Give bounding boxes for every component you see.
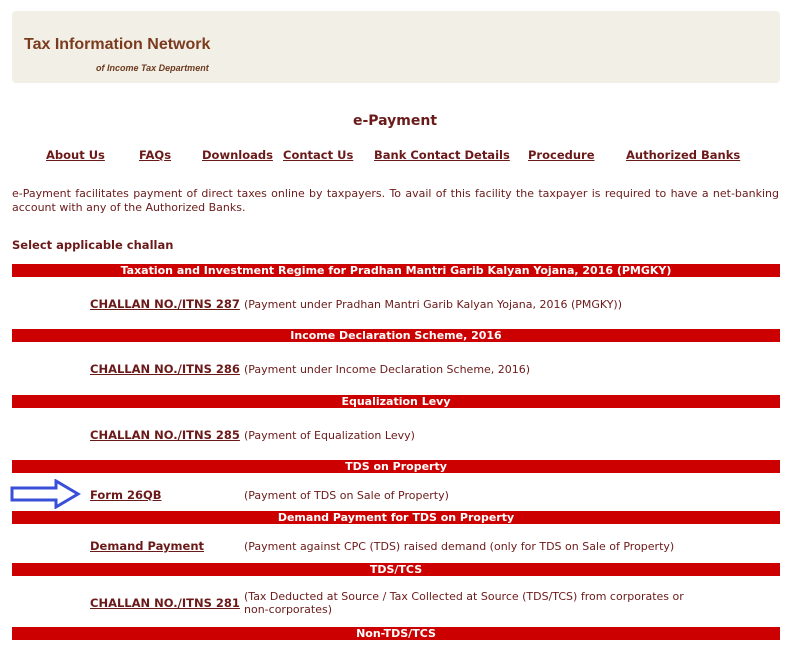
section-header-non-tds-tcs: Non-TDS/TCS	[12, 627, 780, 640]
select-challan-label: Select applicable challan	[12, 238, 174, 252]
nav-procedure[interactable]: Procedure	[528, 148, 595, 162]
nav-faqs[interactable]: FAQs	[139, 148, 171, 162]
section-header-tds-property: TDS on Property	[12, 460, 780, 473]
challan-281-link[interactable]: CHALLAN NO./ITNS 281	[90, 596, 240, 610]
site-title: Tax Information Network	[24, 36, 211, 53]
nav-authorized-banks[interactable]: Authorized Banks	[626, 148, 740, 162]
form-26qb-link[interactable]: Form 26QB	[90, 488, 162, 502]
challan-286-desc: (Payment under Income Declaration Scheme…	[244, 363, 531, 376]
form-26qb-desc: (Payment of TDS on Sale of Property)	[244, 489, 449, 502]
challan-287-desc: (Payment under Pradhan Mantri Garib Kaly…	[244, 298, 623, 311]
section-header-tds-tcs: TDS/TCS	[12, 563, 780, 576]
demand-payment-desc: (Payment against CPC (TDS) raised demand…	[244, 540, 675, 553]
nav-about-us[interactable]: About Us	[46, 148, 105, 162]
nav-bank-contact-details[interactable]: Bank Contact Details	[374, 148, 510, 162]
challan-286-link[interactable]: CHALLAN NO./ITNS 286	[90, 362, 240, 376]
nav-downloads[interactable]: Downloads	[202, 148, 273, 162]
challan-285-desc: (Payment of Equalization Levy)	[244, 429, 415, 442]
site-subtitle: of Income Tax Department	[96, 63, 209, 73]
section-header-demand-payment: Demand Payment for TDS on Property	[12, 511, 780, 524]
section-header-ids: Income Declaration Scheme, 2016	[12, 329, 780, 342]
nav-contact-us[interactable]: Contact Us	[283, 148, 353, 162]
top-nav: About Us FAQs Downloads Contact Us Bank …	[0, 148, 796, 164]
right-arrow-icon	[10, 479, 81, 509]
challan-287-link[interactable]: CHALLAN NO./ITNS 287	[90, 297, 240, 311]
challan-281-desc: (Tax Deducted at Source / Tax Collected …	[244, 590, 684, 616]
intro-text: e-Payment facilitates payment of direct …	[12, 187, 779, 214]
section-header-pmgky: Taxation and Investment Regime for Pradh…	[12, 264, 780, 277]
demand-payment-link[interactable]: Demand Payment	[90, 539, 204, 553]
page-title: e-Payment	[352, 113, 438, 129]
challan-285-link[interactable]: CHALLAN NO./ITNS 285	[90, 428, 240, 442]
site-header: Tax Information Network of Income Tax De…	[12, 11, 780, 83]
section-header-equalization-levy: Equalization Levy	[12, 395, 780, 408]
